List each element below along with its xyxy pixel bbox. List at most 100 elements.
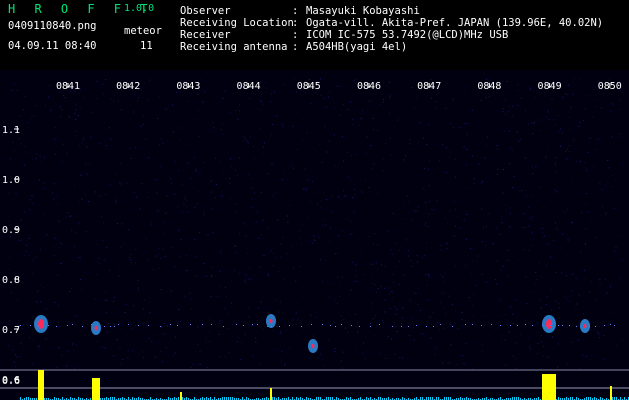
noise-pixel	[167, 325, 168, 327]
noise-pixel	[322, 225, 324, 227]
noise-pixel	[284, 364, 286, 366]
noise-pixel	[506, 80, 508, 82]
noise-pixel	[142, 115, 144, 116]
noise-pixel	[20, 143, 22, 145]
noise-pixel	[180, 139, 181, 141]
noise-pixel	[588, 359, 590, 361]
noise-pixel	[210, 274, 212, 276]
noise-pixel	[399, 345, 401, 347]
noise-pixel	[373, 163, 375, 165]
noise-pixel	[60, 116, 62, 118]
noise-pixel	[237, 118, 239, 120]
noise-pixel	[582, 354, 584, 356]
noise-pixel	[315, 283, 317, 285]
noise-pixel	[403, 159, 405, 161]
noise-pixel	[252, 198, 254, 200]
noise-pixel	[64, 97, 66, 99]
noise-pixel	[75, 109, 77, 111]
noise-pixel	[445, 217, 447, 219]
noise-pixel	[454, 265, 456, 267]
noise-pixel	[385, 357, 387, 359]
noise-pixel	[619, 133, 621, 135]
noise-pixel	[54, 183, 56, 185]
noise-pixel	[507, 249, 509, 251]
noise-pixel	[225, 295, 227, 297]
noise-pixel	[503, 169, 504, 170]
noise-pixel	[74, 113, 76, 115]
noise-pixel	[252, 163, 254, 165]
noise-pixel	[243, 135, 245, 137]
noise-pixel	[410, 127, 412, 129]
datetime-label: 04.09.11 08:40	[8, 40, 97, 52]
noise-pixel	[568, 300, 570, 302]
noise-pixel	[558, 307, 560, 309]
noise-pixel	[303, 188, 305, 190]
noise-pixel	[596, 106, 598, 108]
noise-pixel	[114, 323, 116, 325]
noise-pixel	[43, 214, 45, 216]
noise-pixel	[486, 281, 488, 283]
noise-pixel	[62, 95, 64, 96]
noise-pixel	[488, 212, 490, 214]
noise-pixel	[358, 332, 359, 334]
noise-pixel	[57, 204, 59, 206]
time-tick-label: 0842	[116, 81, 140, 92]
noise-pixel	[280, 330, 282, 332]
noise-pixel	[368, 236, 370, 238]
noise-pixel	[113, 300, 114, 302]
noise-pixel	[149, 312, 151, 314]
noise-pixel	[464, 264, 466, 266]
carrier-speck	[491, 324, 492, 325]
noise-pixel	[119, 182, 121, 184]
carrier-speck	[569, 325, 570, 326]
noise-pixel	[132, 287, 134, 289]
noise-pixel	[262, 319, 264, 321]
noise-pixel	[110, 98, 112, 100]
noise-pixel	[142, 308, 144, 310]
noise-pixel	[127, 349, 129, 351]
time-tick-label: 0847	[417, 81, 441, 92]
noise-pixel	[487, 136, 489, 138]
noise-pixel	[518, 190, 520, 192]
noise-pixel	[312, 335, 314, 337]
noise-pixel	[221, 193, 223, 195]
noise-pixel	[281, 123, 283, 125]
noise-pixel	[133, 191, 135, 193]
noise-pixel	[97, 260, 99, 262]
noise-pixel	[472, 155, 474, 157]
noise-pixel	[561, 272, 563, 274]
noise-pixel	[542, 232, 543, 233]
noise-pixel	[448, 210, 450, 212]
noise-pixel	[316, 203, 318, 205]
noise-pixel	[428, 273, 429, 275]
noise-pixel	[287, 215, 288, 217]
noise-pixel	[141, 340, 143, 342]
noise-pixel	[37, 346, 39, 348]
noise-pixel	[283, 169, 285, 171]
noise-pixel	[347, 108, 349, 110]
noise-pixel	[271, 329, 273, 331]
noise-pixel	[212, 208, 214, 210]
noise-pixel	[587, 151, 589, 153]
noise-pixel	[393, 281, 395, 283]
noise-pixel	[238, 337, 239, 339]
noise-pixel	[611, 136, 612, 138]
noise-pixel	[445, 313, 447, 315]
noise-pixel	[422, 256, 424, 258]
carrier-speck	[465, 324, 466, 325]
noise-pixel	[211, 191, 213, 193]
noise-pixel	[395, 266, 397, 268]
noise-pixel	[137, 280, 139, 281]
noise-pixel	[203, 162, 205, 164]
noise-pixel	[585, 278, 586, 280]
noise-pixel	[417, 261, 419, 263]
meteor-count: 11	[140, 40, 153, 52]
noise-pixel	[450, 344, 452, 346]
noise-pixel	[85, 163, 87, 165]
noise-pixel	[360, 190, 362, 192]
noise-pixel	[46, 234, 48, 236]
noise-pixel	[577, 339, 579, 341]
noise-pixel	[85, 231, 87, 233]
carrier-speck	[595, 326, 596, 327]
noise-pixel	[162, 361, 164, 363]
